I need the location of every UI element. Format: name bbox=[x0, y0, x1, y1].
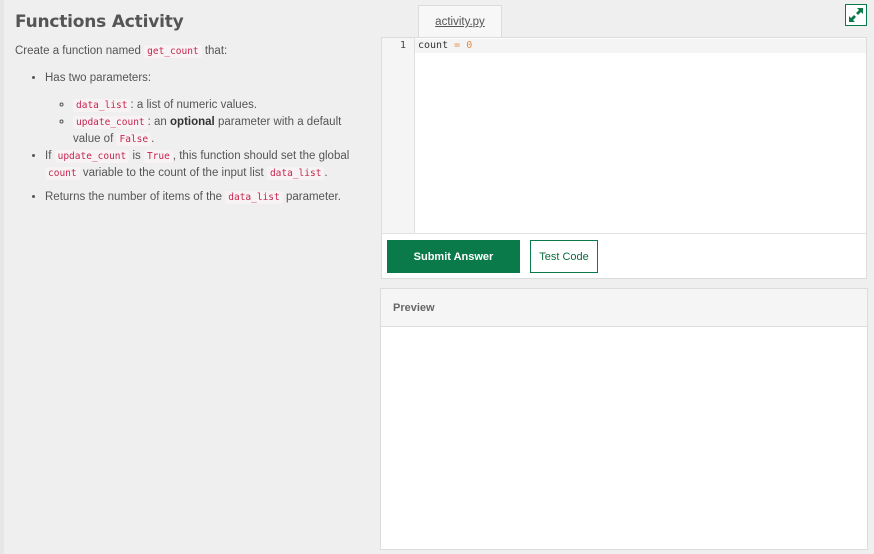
list-item: update_count: an optional parameter with… bbox=[73, 114, 365, 148]
line-number: 1 bbox=[399, 40, 406, 51]
bullet2-mid1: is bbox=[132, 150, 141, 162]
requirements-list: Has two parameters: data_list: a list of… bbox=[15, 70, 365, 206]
line-number-gutter: 1 bbox=[382, 38, 415, 233]
active-line-highlight bbox=[415, 39, 866, 53]
intro-pre: Create a function named bbox=[15, 45, 141, 57]
false-code: False bbox=[116, 133, 152, 146]
page-left-border bbox=[0, 0, 4, 554]
preview-panel: Preview bbox=[380, 288, 868, 550]
code-identifier: count bbox=[418, 40, 449, 51]
submit-answer-button[interactable]: Submit Answer bbox=[387, 240, 520, 273]
list-item: data_list: a list of numeric values. bbox=[73, 97, 365, 114]
file-tab-activity-py[interactable]: activity.py bbox=[418, 5, 502, 37]
bullet2-pre: If bbox=[45, 150, 52, 162]
expand-button[interactable] bbox=[845, 4, 867, 26]
count-code: count bbox=[45, 167, 80, 180]
intro-post: that: bbox=[204, 45, 228, 57]
editor-divider bbox=[382, 233, 866, 234]
test-code-button[interactable]: Test Code bbox=[530, 240, 598, 273]
data-list-code: data_list bbox=[266, 167, 325, 180]
intro-text: Create a function named get_count that: bbox=[15, 43, 365, 60]
bullet2-mid3: variable to the count of the input list bbox=[82, 167, 264, 179]
update-count-code: update_count bbox=[54, 150, 130, 163]
expand-arrows-icon bbox=[849, 8, 863, 22]
optional-bold: optional bbox=[170, 116, 215, 128]
code-number: 0 bbox=[466, 40, 473, 51]
bullet2-post: . bbox=[324, 167, 328, 179]
page-title: Functions Activity bbox=[15, 12, 184, 32]
sub2-post: . bbox=[151, 133, 155, 145]
list-item: Returns the number of items of the data_… bbox=[45, 189, 365, 206]
code-operator: = bbox=[454, 40, 461, 51]
parameters-list: data_list: a list of numeric values. upd… bbox=[45, 97, 365, 148]
code-editor-input[interactable]: count = 0 bbox=[418, 40, 472, 51]
instructions-panel: Functions Activity Create a function nam… bbox=[15, 12, 365, 206]
list-item: Has two parameters: data_list: a list of… bbox=[45, 70, 365, 148]
param-update-count-code: update_count bbox=[73, 116, 148, 129]
sub1-text: : a list of numeric values. bbox=[130, 99, 258, 111]
file-tab-label: activity.py bbox=[435, 16, 485, 28]
param-data-list-code: data_list bbox=[73, 99, 131, 112]
sub2-pre: : an bbox=[147, 116, 167, 128]
data-list-code: data_list bbox=[225, 191, 283, 204]
function-name-code: get_count bbox=[144, 45, 202, 58]
bullet3-post: parameter. bbox=[285, 191, 341, 203]
bullet3-pre: Returns the number of items of the bbox=[45, 191, 223, 203]
list-item: If update_count is True, this function s… bbox=[45, 148, 365, 182]
bullet2-mid2: , this function should set the global bbox=[172, 150, 350, 162]
bullet1-text: Has two parameters: bbox=[45, 72, 152, 84]
code-editor-panel: 1 count = 0 Submit Answer Test Code bbox=[381, 37, 867, 279]
true-code: True bbox=[143, 150, 173, 163]
preview-header: Preview bbox=[381, 289, 867, 327]
